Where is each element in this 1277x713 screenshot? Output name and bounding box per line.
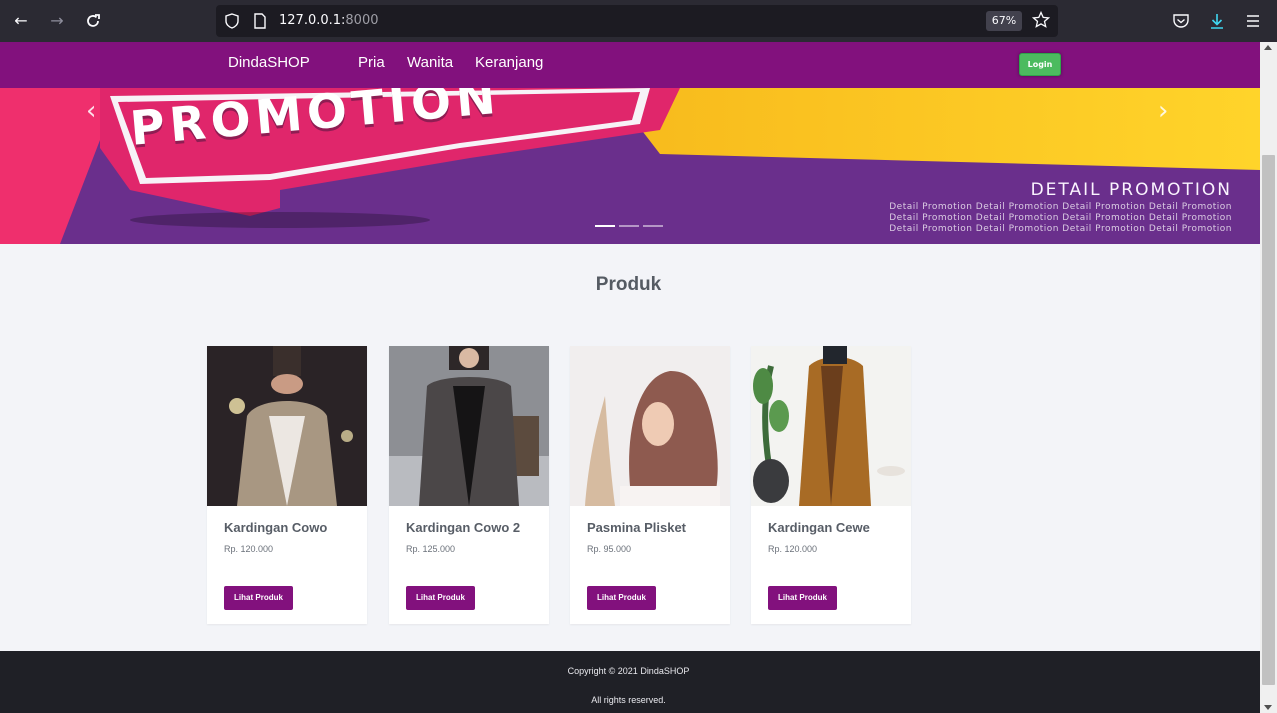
product-price: Rp. 120.000 xyxy=(768,544,818,554)
banner-detail-line: Detail Promotion Detail Promotion Detail… xyxy=(889,213,1232,223)
zoom-badge[interactable]: 67% xyxy=(986,11,1022,31)
footer-rights: All rights reserved. xyxy=(591,695,666,705)
menu-icon[interactable] xyxy=(1244,12,1262,30)
carousel-indicators xyxy=(595,225,663,227)
shield-icon[interactable] xyxy=(224,13,240,29)
site-footer: Copyright © 2021 DindaSHOP All rights re… xyxy=(0,651,1260,713)
banner-detail-line: Detail Promotion Detail Promotion Detail… xyxy=(889,202,1232,212)
nav-link-keranjang[interactable]: Keranjang xyxy=(475,54,543,71)
url-bar[interactable]: 127.0.0.1:8000 67% xyxy=(216,5,1058,37)
page-scrollbar[interactable] xyxy=(1260,42,1277,713)
products-heading: Produk xyxy=(595,274,662,295)
reload-icon[interactable] xyxy=(83,11,103,31)
nav-link-wanita[interactable]: Wanita xyxy=(407,54,453,71)
page-icon xyxy=(254,13,266,29)
product-price: Rp. 125.000 xyxy=(406,544,456,554)
download-icon[interactable] xyxy=(1208,12,1226,30)
banner-detail-line: Detail Promotion Detail Promotion Detail… xyxy=(889,224,1232,234)
product-price: Rp. 95.000 xyxy=(587,544,632,554)
promo-carousel: PROMOTION ‹ › DETAIL PROMOTION Detail Pr… xyxy=(0,88,1260,244)
banner-detail-title: DETAIL PROMOTION xyxy=(1030,180,1232,200)
forward-arrow-icon[interactable]: → xyxy=(47,11,67,31)
product-card: Pasmina Plisket Rp. 95.000 Lihat Produk xyxy=(570,346,730,624)
view-product-button[interactable]: Lihat Produk xyxy=(406,586,475,610)
scroll-thumb[interactable] xyxy=(1262,155,1275,685)
product-image[interactable] xyxy=(389,346,549,506)
chevron-left-icon[interactable]: ‹ xyxy=(86,98,102,124)
pocket-icon[interactable] xyxy=(1172,12,1190,30)
scroll-up-icon[interactable] xyxy=(1264,45,1272,50)
scroll-down-icon[interactable] xyxy=(1264,705,1272,710)
chevron-right-icon[interactable]: › xyxy=(1158,98,1174,124)
product-name: Pasmina Plisket xyxy=(587,520,686,535)
bookmark-star-icon[interactable] xyxy=(1032,11,1050,29)
page-viewport: DindaSHOP Pria Wanita Keranjang Login PR… xyxy=(0,42,1260,713)
product-card: Kardingan Cewe Rp. 120.000 Lihat Produk xyxy=(751,346,911,624)
product-card: Kardingan Cowo 2 Rp. 125.000 Lihat Produ… xyxy=(389,346,549,624)
view-product-button[interactable]: Lihat Produk xyxy=(224,586,293,610)
carousel-indicator[interactable] xyxy=(619,225,639,227)
brand-link[interactable]: DindaSHOP xyxy=(228,54,310,71)
nav-link-pria[interactable]: Pria xyxy=(358,54,385,71)
product-image[interactable] xyxy=(751,346,911,506)
browser-toolbar: ← → 127.0.0.1:8000 67% xyxy=(0,0,1277,42)
product-name: Kardingan Cewe xyxy=(768,520,870,535)
product-name: Kardingan Cowo xyxy=(224,520,328,535)
product-price: Rp. 120.000 xyxy=(224,544,274,554)
carousel-indicator[interactable] xyxy=(643,225,663,227)
url-text: 127.0.0.1:8000 xyxy=(279,13,379,28)
login-button[interactable]: Login xyxy=(1019,53,1061,76)
product-image[interactable] xyxy=(570,346,730,506)
back-arrow-icon[interactable]: ← xyxy=(11,11,31,31)
carousel-indicator[interactable] xyxy=(595,225,615,227)
site-navbar: DindaSHOP Pria Wanita Keranjang Login xyxy=(0,42,1260,88)
product-image[interactable] xyxy=(207,346,367,506)
product-card: Kardingan Cowo Rp. 120.000 Lihat Produk xyxy=(207,346,367,624)
product-name: Kardingan Cowo 2 xyxy=(406,520,521,535)
footer-copyright: Copyright © 2021 DindaSHOP xyxy=(567,666,690,676)
view-product-button[interactable]: Lihat Produk xyxy=(768,586,837,610)
view-product-button[interactable]: Lihat Produk xyxy=(587,586,656,610)
